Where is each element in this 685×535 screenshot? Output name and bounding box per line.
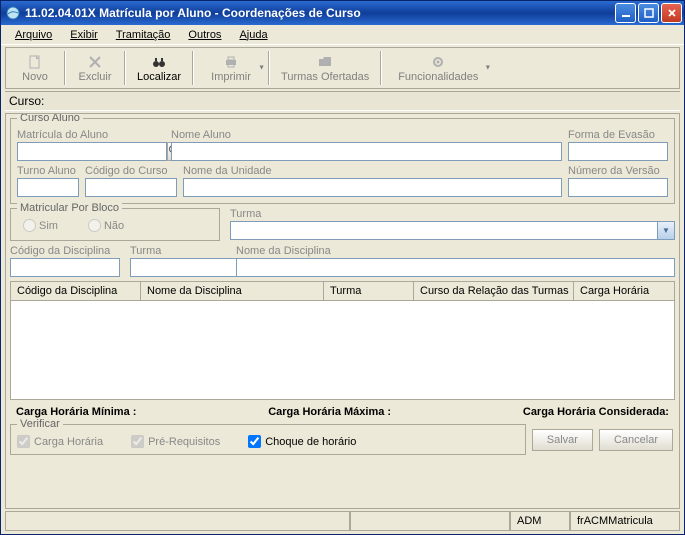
- app-icon: [5, 5, 21, 21]
- nome-aluno-input[interactable]: [171, 142, 562, 161]
- turno-aluno-input[interactable]: [17, 178, 79, 197]
- radio-sim[interactable]: Sim: [23, 219, 58, 232]
- tool-funcionalidades[interactable]: Funcionalidades ▼: [383, 49, 493, 87]
- delete-icon: [87, 54, 103, 70]
- forma-evasao-input[interactable]: [568, 142, 668, 161]
- turma-combo-input[interactable]: [230, 221, 658, 240]
- codigo-disciplina-input[interactable]: [10, 258, 120, 277]
- tool-excluir[interactable]: Excluir: [67, 49, 123, 87]
- carga-max-label: Carga Horária Máxima :: [268, 406, 391, 418]
- chk-pre-requisitos[interactable]: Pré-Requisitos: [131, 435, 220, 448]
- new-icon: [27, 54, 43, 70]
- col-carga-horaria[interactable]: Carga Horária: [574, 282, 674, 301]
- minimize-button[interactable]: [615, 3, 636, 23]
- binoculars-icon: [151, 54, 167, 70]
- main-panel: Curso Aluno Matrícula do Aluno: [5, 113, 680, 509]
- matricula-input[interactable]: [17, 142, 167, 161]
- chk-carga-horaria[interactable]: Carga Horária: [17, 435, 103, 448]
- grid-body[interactable]: [11, 301, 674, 399]
- turma-combo-drop[interactable]: ▼: [658, 221, 675, 240]
- window: 11.02.04.01X Matrícula por Aluno - Coord…: [0, 0, 685, 535]
- chk-choque-horario[interactable]: Choque de horário: [248, 435, 356, 448]
- status-form: frACMMatricula: [570, 511, 680, 531]
- menu-ajuda[interactable]: Ajuda: [231, 27, 275, 43]
- numero-versao-input[interactable]: [568, 178, 668, 197]
- grid-header: Código da Disciplina Nome da Disciplina …: [11, 282, 674, 301]
- tool-novo[interactable]: Novo: [7, 49, 63, 87]
- group-matricular-bloco: Matricular Por Bloco Sim Não: [10, 208, 220, 241]
- curso-label-bar: Curso:: [5, 91, 680, 111]
- carga-row: Carga Horária Mínima : Carga Horária Máx…: [10, 404, 675, 420]
- menu-tramitacao[interactable]: Tramitação: [108, 27, 179, 43]
- folder-icon: [317, 54, 333, 70]
- gear-icon: [430, 54, 446, 70]
- status-cell-2: [350, 511, 510, 531]
- tool-turmas[interactable]: Turmas Ofertadas: [271, 49, 379, 87]
- nome-unidade-input[interactable]: [183, 178, 562, 197]
- menu-outros[interactable]: Outros: [180, 27, 229, 43]
- print-icon: [223, 54, 239, 70]
- nome-disciplina-input[interactable]: [236, 258, 675, 277]
- menubar: Arquivo Exibir Tramitação Outros Ajuda: [1, 25, 684, 45]
- cancelar-button[interactable]: Cancelar: [599, 429, 673, 451]
- group-verificar: Verificar Carga Horária Pré-Requisitos C…: [10, 424, 526, 455]
- menu-arquivo[interactable]: Arquivo: [7, 27, 60, 43]
- col-nome-disciplina[interactable]: Nome da Disciplina: [141, 282, 324, 301]
- disciplina-grid: Código da Disciplina Nome da Disciplina …: [10, 281, 675, 400]
- tool-imprimir[interactable]: Imprimir ▼: [195, 49, 267, 87]
- salvar-button[interactable]: Salvar: [532, 429, 593, 451]
- status-cell-1: [5, 511, 350, 531]
- maximize-button[interactable]: [638, 3, 659, 23]
- carga-cons-label: Carga Horária Considerada:: [523, 406, 669, 418]
- carga-min-label: Carga Horária Mínima :: [16, 406, 136, 418]
- status-adm: ADM: [510, 511, 570, 531]
- tool-localizar[interactable]: Localizar: [127, 49, 191, 87]
- menu-exibir[interactable]: Exibir: [62, 27, 106, 43]
- titlebar: 11.02.04.01X Matrícula por Aluno - Coord…: [1, 1, 684, 25]
- group-curso-aluno: Curso Aluno Matrícula do Aluno: [10, 118, 675, 204]
- dropdown-icon: ▼: [484, 65, 491, 72]
- radio-nao[interactable]: Não: [88, 219, 124, 232]
- codigo-curso-input[interactable]: [85, 178, 177, 197]
- window-title: 11.02.04.01X Matrícula por Aluno - Coord…: [25, 6, 615, 20]
- col-turma[interactable]: Turma: [324, 282, 414, 301]
- col-curso-relacao[interactable]: Curso da Relação das Turmas: [414, 282, 574, 301]
- close-button[interactable]: [661, 3, 682, 23]
- statusbar: ADM frACMMatricula: [5, 511, 680, 531]
- toolbar: Novo Excluir Localizar Imprimir ▼: [5, 47, 680, 89]
- col-codigo-disciplina[interactable]: Código da Disciplina: [11, 282, 141, 301]
- dropdown-icon: ▼: [258, 65, 265, 72]
